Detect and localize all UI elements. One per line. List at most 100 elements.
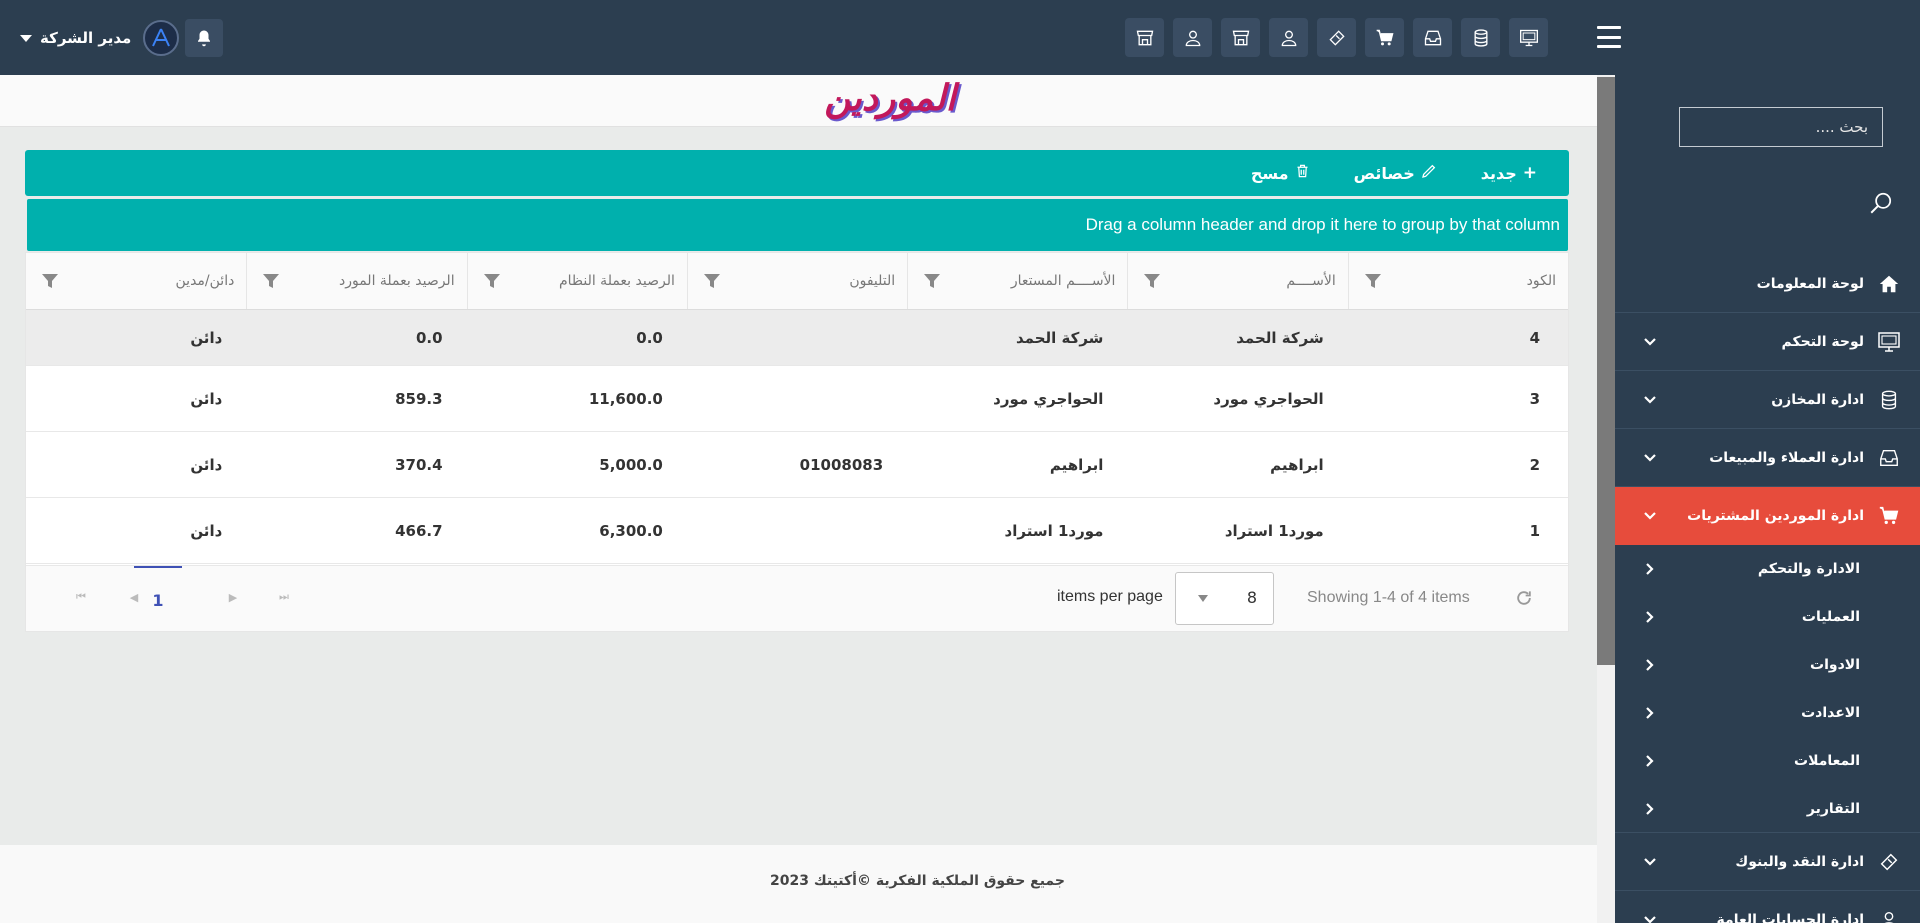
chevron-down-icon (1644, 453, 1656, 462)
sidebar-subitem-label: الادارة والتحكم (1757, 561, 1860, 577)
table-row[interactable]: 1 مورد1 استراد مورد1 استراد 6,300.0 466.… (26, 498, 1568, 564)
chevron-right-icon (1646, 563, 1654, 575)
user-icon[interactable] (1173, 18, 1212, 57)
sidebar-subitem-admin-control[interactable]: الادارة والتحكم (1615, 545, 1920, 593)
sidebar-item-dashboard[interactable]: لوحة المعلومات (1615, 255, 1920, 313)
cell-phone (687, 498, 907, 563)
page-size-select[interactable]: 8 (1175, 572, 1274, 625)
cell-supplier-balance: 370.4 (395, 455, 443, 474)
sidebar-subitem-tools[interactable]: الادوات (1615, 641, 1920, 689)
sidebar-subitem-operations[interactable]: العمليات (1615, 593, 1920, 641)
main-content: الموردين + جديد خصائص مسح Drag a column … (0, 75, 1597, 923)
sidebar-item-control-panel[interactable]: لوحة التحكم (1615, 313, 1920, 371)
filter-icon[interactable] (1364, 274, 1381, 288)
money-icon[interactable] (1317, 18, 1356, 57)
cell-code: 2 (1529, 455, 1540, 474)
page-number-current[interactable]: 1 (134, 566, 182, 632)
chevron-down-icon (1644, 337, 1656, 346)
inbox-icon[interactable] (1413, 18, 1452, 57)
copyright-text: جميع حقوق الملكية الفكرية ©أكتيتك 2023 (770, 873, 1065, 889)
filter-icon[interactable] (42, 274, 59, 288)
top-bar: مدير الشركة (0, 0, 1920, 75)
cell-name: شركة الحمد (1236, 328, 1324, 347)
search-icon[interactable] (1868, 190, 1894, 216)
filter-icon[interactable] (924, 274, 941, 288)
sidebar-subitem-label: الاعدادت (1801, 705, 1860, 721)
column-header-system-balance[interactable]: الرصيد بعملة النظام (466, 253, 687, 309)
chevron-right-icon (1646, 755, 1654, 767)
user-icon (1876, 907, 1902, 923)
sidebar-subitem-transactions[interactable]: المعاملات (1615, 737, 1920, 785)
logo-icon (152, 28, 171, 47)
sidebar-item-label: ادارة العملاء والمبيعات (1709, 449, 1864, 466)
plus-icon: + (1522, 163, 1537, 183)
filter-icon[interactable] (483, 274, 500, 288)
main-scrollbar[interactable] (1597, 75, 1615, 923)
cell-alias: الحواجري مورد (993, 389, 1104, 408)
column-header-phone[interactable]: التليفون (686, 253, 907, 309)
chevron-down-icon[interactable] (20, 34, 32, 42)
column-header-code[interactable]: الكود (1347, 253, 1568, 309)
cell-credit-debit: دائن (190, 521, 223, 540)
suppliers-grid: الكود الأســــم الأســــم المستعار التلي… (25, 252, 1569, 632)
table-row[interactable]: 3 الحواجري مورد الحواجري مورد 11,600.0 8… (26, 366, 1568, 432)
scrollbar-thumb[interactable] (1597, 77, 1615, 665)
user-menu[interactable]: مدير الشركة (20, 18, 224, 58)
cell-alias: شركة الحمد (1015, 328, 1104, 347)
filter-icon[interactable] (263, 274, 280, 288)
delete-label: مسح (1250, 163, 1289, 183)
last-page-icon[interactable]: ⏭ (277, 590, 291, 604)
pager-info: Showing 1-4 of 4 items (1307, 589, 1470, 606)
cell-name: مورد1 استراد (1224, 521, 1324, 540)
database-icon[interactable] (1461, 18, 1500, 57)
footer: جميع حقوق الملكية الفكرية ©أكتيتك 2023 (0, 845, 1597, 923)
grid-toolbar: + جديد خصائص مسح (25, 150, 1569, 196)
grid-header: الكود الأســــم الأســــم المستعار التلي… (26, 253, 1568, 310)
first-page-icon[interactable]: ⏮ (74, 590, 88, 604)
sidebar-item-label: لوحة المعلومات (1756, 275, 1864, 292)
chevron-down-icon (1644, 857, 1656, 866)
cell-phone (687, 366, 907, 431)
sidebar-item-customers-sales[interactable]: ادارة العملاء والمبيعات (1615, 429, 1920, 487)
store-icon[interactable] (1125, 18, 1164, 57)
database-icon (1876, 387, 1902, 413)
cart-icon[interactable] (1365, 18, 1404, 57)
items-per-page-label: items per page (1057, 588, 1163, 605)
table-row[interactable]: 4 شركة الحمد شركة الحمد 0.0 0.0 دائن (26, 310, 1568, 366)
cell-supplier-balance: 859.3 (395, 389, 443, 408)
user-icon[interactable] (1269, 18, 1308, 57)
column-header-credit-debit[interactable]: دائن/مدين (26, 253, 246, 309)
column-header-supplier-balance[interactable]: الرصيد بعملة المورد (246, 253, 466, 309)
table-row[interactable]: 2 ابراهيم ابراهيم 01008083 5,000.0 370.4… (26, 432, 1568, 498)
filter-icon[interactable] (703, 274, 720, 288)
menu-toggle-icon[interactable] (1597, 26, 1621, 48)
refresh-icon[interactable] (1514, 588, 1534, 608)
column-header-name[interactable]: الأســــم (1127, 253, 1347, 309)
sidebar-item-suppliers-purchases[interactable]: ادارة الموردين المشتريات (1615, 487, 1920, 545)
page-header: الموردين (0, 75, 1597, 127)
avatar[interactable] (143, 20, 180, 56)
next-page-icon[interactable]: ▶ (226, 590, 240, 604)
sidebar-item-cash-banks[interactable]: ادارة النقد والبنوك (1615, 833, 1920, 891)
sidebar-item-general-accounts[interactable]: ادارة الحسابات العامة (1615, 891, 1920, 923)
sidebar-subitem-settings[interactable]: الاعدادت (1615, 689, 1920, 737)
group-by-panel[interactable]: Drag a column header and drop it here to… (27, 199, 1568, 251)
page-size-value: 8 (1246, 588, 1257, 607)
monitor-icon[interactable] (1509, 18, 1548, 57)
delete-button[interactable]: مسح (1251, 163, 1310, 184)
user-name[interactable]: مدير الشركة (40, 29, 131, 47)
filter-icon[interactable] (1144, 274, 1161, 288)
properties-button[interactable]: خصائص (1354, 163, 1437, 184)
chevron-right-icon (1646, 659, 1654, 671)
cell-system-balance: 5,000.0 (599, 455, 663, 474)
sidebar-search-input[interactable] (1679, 107, 1883, 147)
pencil-icon (1421, 163, 1437, 184)
notifications-button[interactable] (185, 19, 224, 57)
new-button[interactable]: + جديد (1481, 163, 1537, 183)
sidebar-subitem-reports[interactable]: التقارير (1615, 785, 1920, 833)
store-icon[interactable] (1221, 18, 1260, 57)
column-header-alias[interactable]: الأســــم المستعار (907, 253, 1127, 309)
page-title: الموردين (824, 77, 956, 119)
sidebar-item-warehouses[interactable]: ادارة المخازن (1615, 371, 1920, 429)
chevron-right-icon (1646, 802, 1654, 815)
